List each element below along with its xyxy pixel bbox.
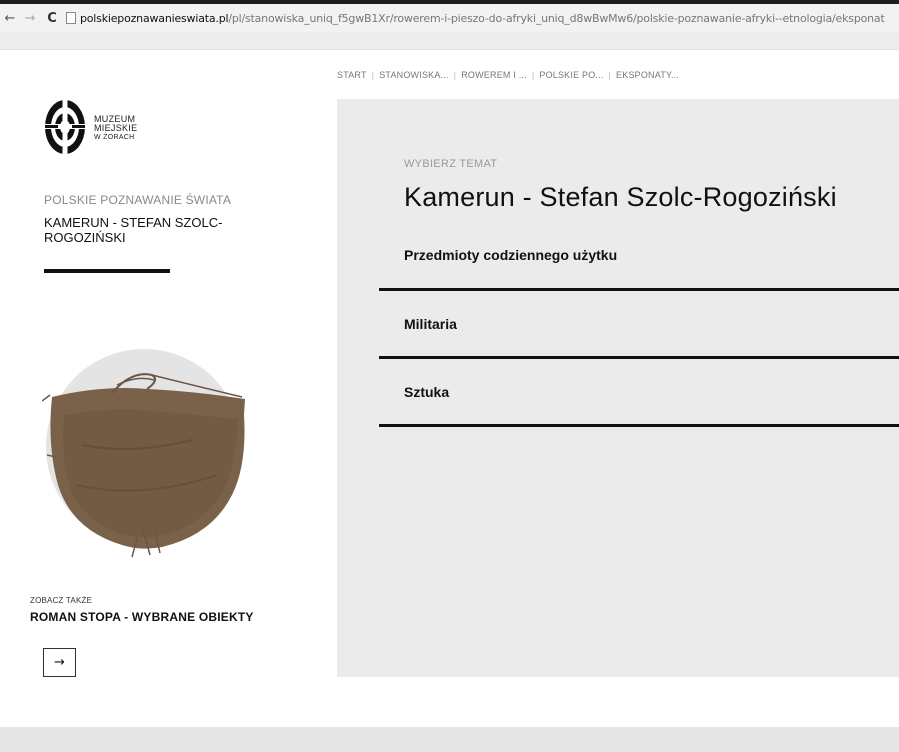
section-label: POLSKIE POZNAWANIE ŚWIATA [44, 193, 232, 207]
logo-line-2: MIEJSKIE [94, 123, 138, 133]
topic-divider [379, 356, 899, 359]
see-also-arrow-button[interactable]: → [43, 648, 76, 677]
see-also-label: ZOBACZ TAKŻE [30, 596, 93, 605]
breadcrumb-separator: | [531, 70, 535, 80]
footer [0, 727, 899, 752]
breadcrumb-separator: | [608, 70, 612, 80]
bookmarks-bar [0, 32, 899, 50]
forward-arrow-icon[interactable]: → [22, 10, 38, 26]
section-title: KAMERUN - STEFAN SZOLC-ROGOZIŃSKI [44, 215, 223, 245]
reload-icon[interactable]: C [44, 10, 60, 26]
accent-divider [44, 269, 170, 273]
museum-logo-text: MUZEUM MIEJSKIE W ŻORACH [94, 115, 137, 142]
museum-logo-icon [44, 98, 86, 156]
breadcrumb: START | STANOWISKA... | ROWEREM I ... | POLSKI… [337, 70, 679, 80]
breadcrumb-item-polskie[interactable]: POLSKIE PO... [539, 70, 603, 80]
topic-item-everyday-objects[interactable]: Przedmioty codziennego użytku [404, 247, 617, 263]
choose-topic-label: WYBIERZ TEMAT [404, 158, 498, 170]
topic-item-militaria[interactable]: Militaria [404, 316, 457, 332]
topic-divider [379, 288, 899, 291]
breadcrumb-item-start[interactable]: START [337, 70, 367, 80]
see-also-link[interactable]: ROMAN STOPA - WYBRANE OBIEKTY [30, 610, 254, 624]
url-domain: polskiepoznawanieswiata.pl [80, 11, 229, 25]
artifact-image[interactable] [42, 345, 252, 560]
topic-item-sztuka[interactable]: Sztuka [404, 384, 449, 400]
topic-divider [379, 424, 899, 427]
back-arrow-icon[interactable]: ← [2, 10, 18, 26]
url-path: /pl/stanowiska_uniq_f5gwB1Xr/rowerem-i-p… [228, 11, 885, 25]
breadcrumb-item-stanowiska[interactable]: STANOWISKA... [379, 70, 448, 80]
url-field[interactable]: polskiepoznawanieswiata.pl/pl/stanowiska… [66, 7, 899, 29]
right-arrow-icon: → [54, 655, 65, 670]
page-icon [66, 12, 76, 24]
breadcrumb-item-eksponaty[interactable]: EKSPONATY... [616, 70, 679, 80]
breadcrumb-separator: | [371, 70, 375, 80]
breadcrumb-item-rowerem[interactable]: ROWEREM I ... [461, 70, 527, 80]
logo-line-3: W ŻORACH [94, 134, 135, 141]
address-bar: ← → C polskiepoznawanieswiata.pl/pl/stan… [0, 4, 899, 32]
page-title: Kamerun - Stefan Szolc-Rogoziński [404, 182, 837, 212]
breadcrumb-separator: | [453, 70, 457, 80]
museum-logo[interactable]: MUZEUM MIEJSKIE W ŻORACH [44, 98, 137, 156]
